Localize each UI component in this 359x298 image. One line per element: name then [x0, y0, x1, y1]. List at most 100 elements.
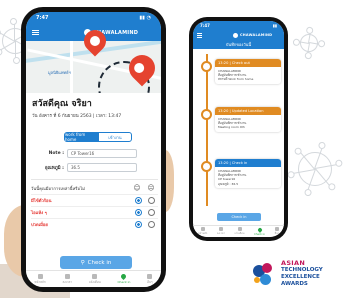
note-field[interactable]: CP Tower16 — [67, 149, 137, 158]
home-icon — [200, 227, 205, 231]
pin-icon: ⚲ — [80, 259, 85, 266]
tab-check-in[interactable]: Check in — [254, 226, 265, 236]
tab-label: ลงเวลา — [62, 279, 72, 284]
app-brand: CHAWALAMIND — [233, 32, 273, 38]
location-icon — [120, 272, 128, 281]
home-icon — [37, 273, 43, 279]
survey-row: ไอแห้ง ๆ — [31, 206, 158, 218]
map-road — [70, 41, 73, 93]
tab-office[interactable]: เข้างาน — [98, 132, 132, 142]
date-time-line: วัน อังคาร ที่ 6 กันยายน 2563 | เวลา: 13… — [32, 114, 122, 119]
tab-time[interactable]: ลงเวลา — [62, 273, 72, 285]
bottom-tab-bar: หน้าหลัก ลงเวลา แจ้งเตือน Check in อื่นๆ — [26, 270, 161, 287]
map-place-label: มูลนิธิแพทย์ฯ — [48, 70, 71, 75]
timeline-node — [201, 109, 212, 120]
timeline-entry[interactable]: 13:20 | Updated Location CHAWALAMIND ที่… — [215, 107, 281, 132]
tab-label: หน้าหลัก — [34, 279, 46, 284]
app-bar: CHAWALAMIND — [193, 30, 284, 40]
tab-more[interactable]: อื่นๆ — [274, 227, 280, 236]
radio-no[interactable] — [135, 197, 142, 204]
tab-label: Check in — [117, 280, 131, 284]
menu-icon — [274, 227, 279, 231]
radio-yes[interactable] — [148, 221, 155, 228]
phone-timeline-screen: 7:47 ▮▮ CHAWALAMIND บันทึกของวันนี้ 13:2… — [189, 17, 288, 241]
survey-header: วันนี้คุณมีอาการเหล่านี้หรือไม่ ☺ ☹ — [31, 179, 158, 194]
entry-header: 13:20 | Check in — [215, 159, 281, 167]
timeline-line — [206, 54, 208, 206]
check-in-label: Check in — [87, 259, 112, 266]
entry-body: CHAWALAMIND ที่อยู่บันทึกการเข้างาน CP t… — [215, 167, 281, 188]
temperature-field[interactable]: 36.5 — [67, 163, 137, 172]
entry-header: 13:20 | Check out — [215, 59, 281, 67]
brand-name: CHAWALAMIND — [240, 33, 273, 37]
bottom-tab-bar: หน้าหลัก ลงเวลา แจ้งเตือน Check in อื่นๆ — [193, 225, 284, 237]
tab-label: ลงเวลา — [216, 232, 225, 235]
location-icon — [256, 226, 263, 233]
entry-line: สถานที่ Work from home — [218, 77, 254, 82]
hamburger-menu-icon[interactable] — [32, 30, 39, 35]
happy-face-icon: ☺ — [133, 184, 141, 192]
tab-notifications[interactable]: แจ้งเตือน — [235, 227, 245, 236]
symptom-survey: วันนี้คุณมีอาการเหล่านี้หรือไม่ ☺ ☹ มีไข… — [31, 179, 158, 230]
award-badge: ASIAN TECHNOLOGY EXCELLENCE AWARDS — [251, 254, 345, 294]
symptom-label: ไอแห้ง ๆ — [31, 210, 47, 215]
radio-no[interactable] — [135, 221, 142, 228]
tab-label: แจ้งเตือน — [234, 232, 245, 235]
temperature-row: อุณหภูมิ : 36.5 — [34, 163, 137, 172]
timeline-entry[interactable]: 13:20 | Check out CHAWALAMIND ที่อยู่บัน… — [215, 59, 281, 84]
tab-notifications[interactable]: แจ้งเตือน — [89, 273, 101, 285]
award-text: ASIAN TECHNOLOGY EXCELLENCE AWARDS — [281, 260, 323, 288]
timeline-node — [201, 61, 212, 72]
bell-icon — [92, 273, 98, 279]
status-time: 7:47 — [36, 15, 49, 21]
radio-yes[interactable] — [148, 209, 155, 216]
symptom-label: มีไข้ตัวร้อน — [31, 198, 52, 203]
brand-logo-icon — [233, 32, 238, 38]
survey-row: ปวดเมื่อย — [31, 218, 158, 230]
entry-body: CHAWALAMIND ที่อยู่บันทึกการเข้างาน สถาน… — [215, 67, 281, 84]
note-row: Note : CP Tower16 — [34, 149, 137, 158]
tab-time[interactable]: ลงเวลา — [217, 227, 225, 236]
entry-body: CHAWALAMIND ที่อยู่บันทึกการเข้างาน Meet… — [215, 115, 281, 132]
sad-face-icon: ☹ — [147, 184, 155, 192]
user-name: สวัสดีคุณ จริยา — [32, 99, 92, 109]
work-mode-toggle: work from home เข้างาน — [64, 132, 132, 142]
status-time: 7:47 — [200, 23, 210, 28]
radio-no[interactable] — [135, 209, 142, 216]
award-line: AWARDS — [281, 281, 308, 287]
radio-yes[interactable] — [148, 197, 155, 204]
temperature-label: อุณหภูมิ : — [44, 166, 64, 171]
promo-scene: 7:47 ▮▮ ◔ CHAWALAMIND มูลนิธิแพทย์ฯ สวัส… — [0, 0, 359, 298]
tab-home[interactable]: หน้าหลัก — [34, 273, 46, 285]
tab-home[interactable]: หน้าหลัก — [198, 227, 207, 236]
award-line: TECHNOLOGY — [281, 267, 323, 273]
signal-icon: ▮▮ ◔ — [139, 15, 151, 21]
note-label: Note : — [48, 151, 64, 156]
greeting-block: สวัสดีคุณ จริยา วัน อังคาร ที่ 6 กันยายน… — [32, 96, 121, 119]
timeline-entry[interactable]: 13:20 | Check in CHAWALAMIND ที่อยู่บันท… — [215, 159, 281, 188]
clock-icon — [64, 273, 70, 279]
award-line: EXCELLENCE — [281, 274, 320, 280]
tab-label: หน้าหลัก — [197, 232, 208, 235]
check-in-button[interactable]: Check in — [217, 213, 261, 221]
timeline-node — [201, 161, 212, 172]
entry-line: Meeting room 4th — [218, 125, 245, 130]
tab-label: อื่นๆ — [274, 232, 280, 235]
status-bar: 7:47 ▮▮ ◔ — [26, 12, 161, 24]
phone-checkin-screen: 7:47 ▮▮ ◔ CHAWALAMIND มูลนิธิแพทย์ฯ สวัส… — [21, 7, 166, 292]
tab-more[interactable]: อื่นๆ — [147, 273, 153, 285]
answer-columns: ☺ ☹ — [133, 184, 155, 192]
entry-header: 13:20 | Updated Location — [215, 107, 281, 115]
check-in-button[interactable]: ⚲ Check in — [60, 256, 132, 269]
menu-icon — [147, 273, 153, 279]
signal-icon: ▮▮ — [272, 23, 277, 28]
virus-graphic-top-right — [296, 30, 322, 56]
phone2-screen: 7:47 ▮▮ CHAWALAMIND บันทึกของวันนี้ 13:2… — [193, 21, 284, 237]
hamburger-menu-icon[interactable] — [197, 32, 202, 38]
symptom-label: ปวดเมื่อย — [31, 222, 48, 227]
bell-icon — [237, 227, 242, 231]
status-bar: 7:47 ▮▮ — [193, 21, 284, 30]
tab-work-from-home[interactable]: work from home — [64, 132, 98, 142]
tab-check-in[interactable]: Check in — [117, 272, 131, 284]
clock-icon — [218, 227, 223, 231]
